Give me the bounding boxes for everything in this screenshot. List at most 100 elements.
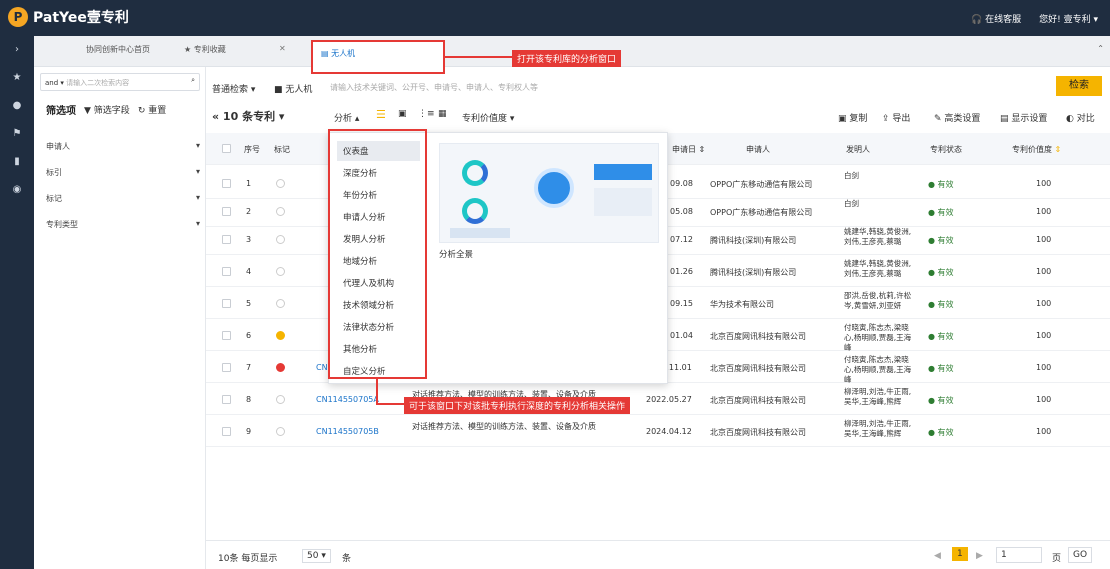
export-button[interactable]: ⇪ 导出 xyxy=(882,111,910,124)
row-checkbox[interactable] xyxy=(222,207,231,216)
settings-icon[interactable]: ● xyxy=(0,100,34,111)
callout-deep-analysis: 可于该窗口下对该批专利执行深度的专利分析相关操作 xyxy=(404,397,631,414)
tab-uav[interactable]: ▤ 无人机 xyxy=(321,48,355,59)
applicant: 北京百度网讯科技有限公司 xyxy=(710,428,806,437)
applicant: 腾讯科技(深圳)有限公司 xyxy=(710,268,797,277)
row-checkbox[interactable] xyxy=(222,427,231,436)
applicant: 华为技术有限公司 xyxy=(710,300,774,309)
display-settings-button[interactable]: ▤ 显示设置 xyxy=(1000,111,1047,124)
applicant: 北京百度网讯科技有限公司 xyxy=(710,364,806,373)
tab-favorites[interactable]: ★ 专利收藏 xyxy=(184,44,226,55)
applicant: 北京百度网讯科技有限公司 xyxy=(710,332,806,341)
sort-select[interactable]: 专利价值度 ▾ xyxy=(462,111,514,124)
prev-page-button[interactable]: ◀ xyxy=(934,551,941,561)
filter-title: 筛选项 xyxy=(46,106,76,117)
inventor: 邵洪,岳俊,杭莉,许松岑,黄雪妍,刘亚妍 xyxy=(844,291,912,310)
advanced-settings-button[interactable]: ✎ 高类设置 xyxy=(934,111,980,124)
list-view-icon[interactable]: ☰ xyxy=(376,108,386,121)
close-icon[interactable]: ✕ xyxy=(279,44,286,53)
status-badge: ● 有效 xyxy=(928,268,954,277)
menu-highlight xyxy=(328,129,427,379)
logo-icon: P xyxy=(8,7,28,27)
reset-button[interactable]: ↻ 重置 xyxy=(138,103,166,116)
per-page-select[interactable]: 50 ▾ xyxy=(302,549,331,563)
tab-active-highlight[interactable]: ▤ 无人机 xyxy=(311,40,445,74)
compare-button[interactable]: ◐ 对比 xyxy=(1066,111,1095,124)
secondary-search-input[interactable]: and ▾ 请输入二次检索内容 ⌕ xyxy=(40,73,200,91)
search-mode-select[interactable]: 普通检索 ▾ xyxy=(212,82,255,95)
row-checkbox[interactable] xyxy=(222,235,231,244)
inventor: 柳泽明,刘浩,牛正雨,吴华,王海峰,熊辉 xyxy=(844,419,912,438)
tab-home[interactable]: 协同创新中心首页 xyxy=(86,44,150,55)
search-icon: ⌕ xyxy=(191,76,195,84)
result-count[interactable]: « 10 条专利 ▾ xyxy=(212,108,284,124)
sidebar-item-type[interactable]: 专利类型 ▾ xyxy=(46,219,200,230)
patent-number-link[interactable]: CN114550705B xyxy=(316,427,379,436)
toolbar: « 10 条专利 ▾ 分析 ▴ ☰ ▣ ⋮≡ ▦ 专利价值度 ▾ ▣ 复制 ⇪ … xyxy=(206,104,1110,128)
row-checkbox[interactable] xyxy=(222,363,231,372)
mark-dot[interactable] xyxy=(276,299,285,308)
date-header[interactable]: 申请日 ⇕ xyxy=(672,144,705,155)
mark-dot[interactable] xyxy=(276,207,285,216)
mark-dot[interactable] xyxy=(276,395,285,404)
applicant: OPPO广东移动通信有限公司 xyxy=(710,180,813,189)
sidebar-item-mark[interactable]: 标记 ▾ xyxy=(46,193,200,204)
page-input[interactable]: 1 xyxy=(996,547,1042,563)
score-header[interactable]: 专利价值度 ⇕ xyxy=(1012,144,1061,155)
image-view-icon[interactable]: ▣ xyxy=(398,109,407,119)
filter-fields-button[interactable]: ▼ 筛选字段 xyxy=(84,103,130,116)
status-badge: ● 有效 xyxy=(928,428,954,437)
patent-title[interactable]: 对话推荐方法、模型的训练方法、装置、设备及介质 xyxy=(412,421,632,432)
inventor: 白剑 xyxy=(844,199,859,208)
search-row: 普通检索 ▾ ■ 无人机 请输入技术关键词、公开号、申请号、申请人、专利权人等 … xyxy=(212,76,1102,98)
row-checkbox[interactable] xyxy=(222,331,231,340)
inventor: 白剑 xyxy=(844,171,859,180)
mark-dot[interactable] xyxy=(276,363,285,372)
mark-dot[interactable] xyxy=(276,235,285,244)
chart-icon[interactable]: ▮ xyxy=(0,156,34,167)
mark-dot[interactable] xyxy=(276,427,285,436)
brand-logo[interactable]: P PatYee壹专利 xyxy=(8,7,129,27)
detail-view-icon[interactable]: ⋮≡ xyxy=(418,109,435,119)
inventor: 付晓寅,陈志杰,梁晓心,杨明顺,贾磊,王海峰 xyxy=(844,323,912,352)
online-service-link[interactable]: 🎧 在线客服 xyxy=(971,12,1021,25)
db-selector[interactable]: ■ 无人机 xyxy=(274,82,312,95)
brand-name: PatYee壹专利 xyxy=(33,10,129,26)
patent-number-link[interactable]: CN114550705A xyxy=(316,395,379,404)
status-badge: ● 有效 xyxy=(928,332,954,341)
inventor: 付晓寅,陈志杰,梁晓心,杨明顺,贾磊,王海峰 xyxy=(844,355,912,384)
search-input[interactable]: 请输入技术关键词、公开号、申请号、申请人、专利权人等 xyxy=(330,82,538,93)
analysis-button[interactable]: 分析 ▴ xyxy=(334,111,359,124)
expand-icon[interactable]: › xyxy=(0,44,34,55)
mark-dot[interactable] xyxy=(276,179,285,188)
row-checkbox[interactable] xyxy=(222,395,231,404)
search-button[interactable]: 检索 xyxy=(1056,76,1102,96)
inventor: 姚建华,韩骁,黄俊洲,刘伟,王彦亮,蔡璐 xyxy=(844,259,912,278)
grid-view-icon[interactable]: ▦ xyxy=(438,109,447,119)
row-checkbox[interactable] xyxy=(222,267,231,276)
status-badge: ● 有效 xyxy=(928,208,954,217)
table-row[interactable]: 8 CN114550705A 对话推荐方法、模型的训练方法、装置、设备及介质 2022… xyxy=(206,385,1110,415)
collapse-icon[interactable]: ⌃ xyxy=(1097,44,1104,53)
left-rail: › ★ ● ⚑ ▮ ◉ xyxy=(0,36,34,569)
filter-sidebar: and ▾ 请输入二次检索内容 ⌕ 筛选项 ▼ 筛选字段 ↻ 重置 申请人 ▾ 标… xyxy=(34,67,206,569)
current-page[interactable]: 1 xyxy=(952,547,968,561)
sidebar-item-index[interactable]: 标引 ▾ xyxy=(46,167,200,178)
sidebar-item-applicant[interactable]: 申请人 ▾ xyxy=(46,141,200,152)
user-icon[interactable]: ◉ xyxy=(0,184,34,195)
row-checkbox[interactable] xyxy=(222,299,231,308)
status-badge: ● 有效 xyxy=(928,364,954,373)
filter-icon[interactable]: ⚑ xyxy=(0,128,34,139)
mark-dot[interactable] xyxy=(276,267,285,276)
star-icon[interactable]: ★ xyxy=(0,72,34,83)
user-menu[interactable]: 您好! 壹专利 ▾ xyxy=(1039,12,1098,25)
table-row[interactable]: 9 CN114550705B 对话推荐方法、模型的训练方法、装置、设备及介质 2024… xyxy=(206,417,1110,447)
next-page-button[interactable]: ▶ xyxy=(976,551,983,561)
select-all-checkbox[interactable] xyxy=(222,144,231,153)
row-checkbox[interactable] xyxy=(222,179,231,188)
go-button[interactable]: GO xyxy=(1068,547,1093,563)
mark-dot[interactable] xyxy=(276,331,285,340)
top-bar: P PatYee壹专利 🎧 在线客服 您好! 壹专利 ▾ xyxy=(0,0,1110,36)
copy-button[interactable]: ▣ 复制 xyxy=(838,111,867,124)
dashboard-preview[interactable] xyxy=(439,143,659,243)
